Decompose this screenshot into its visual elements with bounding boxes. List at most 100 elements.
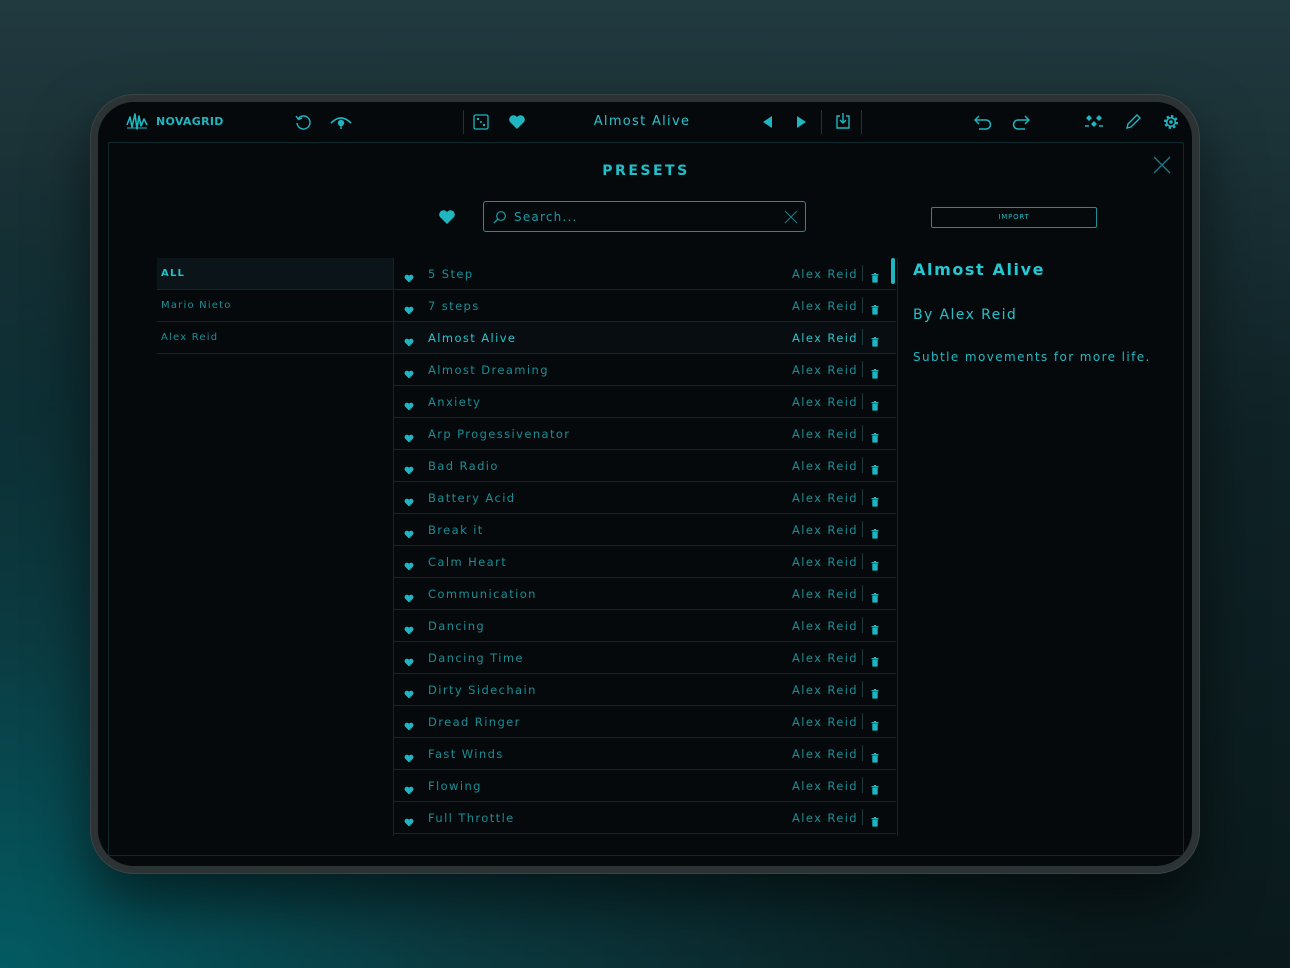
close-icon[interactable] bbox=[1152, 155, 1172, 175]
row-divider bbox=[862, 297, 863, 313]
trash-icon[interactable] bbox=[871, 780, 879, 799]
preset-list: 5 Step Alex Reid 7 steps Alex Reid Almost Al… bbox=[393, 258, 896, 836]
preset-row[interactable]: Arp Progessivenator Alex Reid bbox=[394, 418, 896, 450]
app-logo-text: NOVAGRID bbox=[156, 115, 224, 128]
heart-icon[interactable] bbox=[404, 812, 414, 831]
heart-icon[interactable] bbox=[404, 684, 414, 703]
author-filter-item[interactable]: ALL bbox=[157, 258, 393, 290]
edit-icon[interactable] bbox=[1124, 113, 1142, 131]
preset-name: Dirty Sidechain bbox=[428, 683, 537, 697]
current-preset-name[interactable]: Almost Alive bbox=[568, 114, 716, 129]
heart-icon[interactable] bbox=[404, 300, 414, 319]
preset-row[interactable]: Fast Winds Alex Reid bbox=[394, 738, 896, 770]
trash-icon[interactable] bbox=[871, 268, 879, 287]
search-input[interactable] bbox=[514, 208, 774, 226]
author-filter-item[interactable]: Mario Nieto bbox=[157, 290, 393, 322]
preset-row[interactable]: Anxiety Alex Reid bbox=[394, 386, 896, 418]
clear-search-icon[interactable] bbox=[784, 210, 798, 224]
preset-author: Alex Reid bbox=[791, 683, 858, 697]
toolbar-divider bbox=[861, 110, 862, 134]
heart-icon[interactable] bbox=[404, 460, 414, 479]
heart-icon[interactable] bbox=[404, 524, 414, 543]
trash-icon[interactable] bbox=[871, 684, 879, 703]
preset-row[interactable]: Dread Ringer Alex Reid bbox=[394, 706, 896, 738]
favorite-icon[interactable] bbox=[508, 114, 526, 130]
heart-icon[interactable] bbox=[404, 396, 414, 415]
preset-author: Alex Reid bbox=[791, 779, 858, 793]
preset-author: Alex Reid bbox=[791, 651, 858, 665]
preset-author: Alex Reid bbox=[791, 459, 858, 473]
list-divider bbox=[897, 258, 898, 836]
row-divider bbox=[862, 585, 863, 601]
row-divider bbox=[862, 361, 863, 377]
detail-title: Almost Alive bbox=[913, 260, 1046, 279]
import-button[interactable]: IMPORT bbox=[931, 207, 1097, 228]
next-icon[interactable] bbox=[796, 115, 808, 129]
save-icon[interactable] bbox=[834, 112, 852, 130]
preset-author: Alex Reid bbox=[791, 555, 858, 569]
preset-name: Break it bbox=[428, 523, 484, 537]
heart-icon[interactable] bbox=[404, 268, 414, 287]
trash-icon[interactable] bbox=[871, 716, 879, 735]
previous-icon[interactable] bbox=[761, 115, 773, 129]
heart-icon[interactable] bbox=[404, 716, 414, 735]
trash-icon[interactable] bbox=[871, 748, 879, 767]
heart-icon[interactable] bbox=[404, 588, 414, 607]
preset-name: Calm Heart bbox=[428, 555, 508, 569]
preset-row[interactable]: Communication Alex Reid bbox=[394, 578, 896, 610]
trash-icon[interactable] bbox=[871, 300, 879, 319]
redo-icon[interactable] bbox=[1012, 114, 1030, 130]
trash-icon[interactable] bbox=[871, 396, 879, 415]
author-filter-item[interactable]: Alex Reid bbox=[157, 322, 393, 354]
heart-icon[interactable] bbox=[404, 748, 414, 767]
heart-icon[interactable] bbox=[404, 428, 414, 447]
preset-row[interactable]: Dancing Alex Reid bbox=[394, 610, 896, 642]
trash-icon[interactable] bbox=[871, 812, 879, 831]
preset-row[interactable]: 5 Step Alex Reid bbox=[394, 258, 896, 290]
preset-name: Bad Radio bbox=[428, 459, 499, 473]
preset-row[interactable]: Full Throttle Alex Reid bbox=[394, 802, 896, 834]
preset-row[interactable]: Bad Radio Alex Reid bbox=[394, 450, 896, 482]
reset-icon[interactable] bbox=[294, 113, 312, 131]
row-divider bbox=[862, 553, 863, 569]
trash-icon[interactable] bbox=[871, 332, 879, 351]
trash-icon[interactable] bbox=[871, 460, 879, 479]
preset-row[interactable]: Flowing Alex Reid bbox=[394, 770, 896, 802]
heart-icon[interactable] bbox=[404, 332, 414, 351]
preview-icon[interactable] bbox=[330, 114, 352, 130]
preset-row[interactable]: Dirty Sidechain Alex Reid bbox=[394, 674, 896, 706]
undo-icon[interactable] bbox=[974, 114, 992, 130]
heart-icon[interactable] bbox=[404, 556, 414, 575]
randomize-icon[interactable] bbox=[473, 114, 489, 130]
panel-title: PRESETS bbox=[602, 163, 690, 179]
trash-icon[interactable] bbox=[871, 588, 879, 607]
heart-icon[interactable] bbox=[404, 780, 414, 799]
trash-icon[interactable] bbox=[871, 492, 879, 511]
preset-row[interactable]: Almost Alive Alex Reid bbox=[394, 322, 896, 354]
heart-icon[interactable] bbox=[404, 364, 414, 383]
settings-icon[interactable] bbox=[1162, 113, 1180, 131]
preset-row[interactable]: Almost Dreaming Alex Reid bbox=[394, 354, 896, 386]
scrollbar[interactable] bbox=[891, 258, 895, 284]
preset-row[interactable]: Calm Heart Alex Reid bbox=[394, 546, 896, 578]
modules-icon[interactable] bbox=[1084, 114, 1104, 130]
toolbar-divider bbox=[821, 110, 822, 134]
preset-row[interactable]: Break it Alex Reid bbox=[394, 514, 896, 546]
preset-row[interactable]: Dancing Time Alex Reid bbox=[394, 642, 896, 674]
heart-icon[interactable] bbox=[404, 492, 414, 511]
trash-icon[interactable] bbox=[871, 556, 879, 575]
trash-icon[interactable] bbox=[871, 428, 879, 447]
trash-icon[interactable] bbox=[871, 364, 879, 383]
heart-icon[interactable] bbox=[404, 652, 414, 671]
preset-author: Alex Reid bbox=[791, 747, 858, 761]
row-divider bbox=[862, 681, 863, 697]
trash-icon[interactable] bbox=[871, 620, 879, 639]
preset-row[interactable]: 7 steps Alex Reid bbox=[394, 290, 896, 322]
presets-panel: PRESETS IMPORT ALLMario NietoAlex Reid 5… bbox=[108, 142, 1184, 856]
trash-icon[interactable] bbox=[871, 524, 879, 543]
preset-name: Flowing bbox=[428, 779, 482, 793]
preset-row[interactable]: Battery Acid Alex Reid bbox=[394, 482, 896, 514]
favorites-filter-icon[interactable] bbox=[438, 209, 456, 225]
heart-icon[interactable] bbox=[404, 620, 414, 639]
trash-icon[interactable] bbox=[871, 652, 879, 671]
